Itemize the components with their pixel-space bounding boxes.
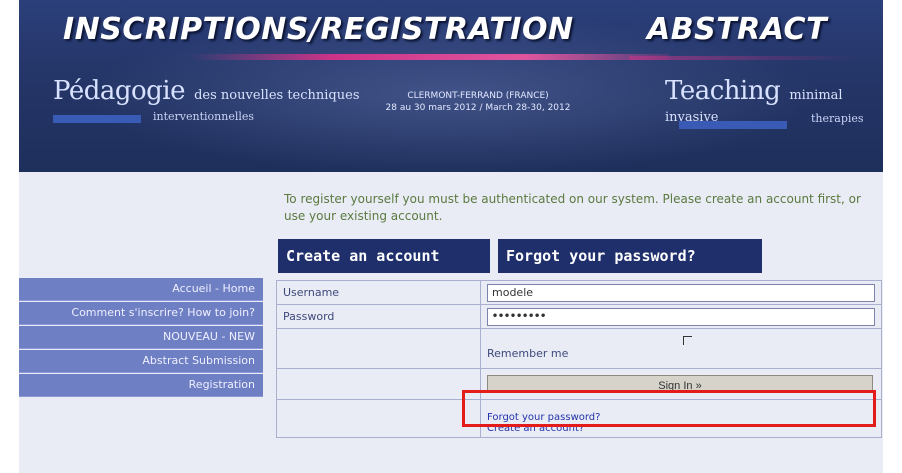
- username-input[interactable]: [487, 283, 875, 302]
- registration-page: INSCRIPTIONS/REGISTRATION ABSTRACT Pédag…: [0, 0, 902, 473]
- menu-item-how-to-join[interactable]: Comment s'inscrire? How to join?: [19, 302, 263, 325]
- menu-item-registration[interactable]: Registration: [19, 374, 263, 397]
- menu-item-home[interactable]: Accueil - Home: [19, 278, 263, 301]
- logo-teaching-sub: therapies: [811, 112, 864, 125]
- password-input[interactable]: [487, 307, 875, 326]
- banner-title-abstract: ABSTRACT: [647, 12, 828, 47]
- remember-cell: Remember me: [480, 328, 882, 369]
- remember-checkbox[interactable]: [683, 336, 692, 345]
- logo-teaching-title: Teaching: [665, 76, 781, 106]
- password-cell: [480, 304, 882, 329]
- side-menu: Accueil - Home Comment s'inscrire? How t…: [19, 278, 263, 398]
- highlight-box: [462, 390, 876, 427]
- event-dates: 28 au 30 mars 2012 / March 28-30, 2012: [385, 103, 571, 113]
- menu-item-new[interactable]: NOUVEAU - NEW: [19, 326, 263, 349]
- event-info: CLERMONT-FERRAND (FRANCE) 28 au 30 mars …: [383, 90, 573, 114]
- logo-teaching: Teaching minimal invasive therapies: [665, 76, 883, 125]
- username-cell: [480, 280, 882, 305]
- signin-label-cell: [276, 368, 481, 400]
- logo-teaching-chip: [679, 121, 787, 129]
- intro-text: To register yourself you must be authent…: [284, 192, 861, 223]
- username-label: Username: [276, 280, 481, 305]
- menu-item-abstract-submission[interactable]: Abstract Submission: [19, 350, 263, 373]
- remember-checkbox-wrap: [487, 335, 875, 347]
- logo-pedagogie-chip: [53, 115, 141, 123]
- logo-pedagogie-title: Pédagogie: [53, 76, 186, 106]
- banner-accent-line-right: [629, 56, 859, 60]
- banner-title-registration: INSCRIPTIONS/REGISTRATION: [63, 12, 574, 47]
- logo-pedagogie-small: des nouvelles techniques: [194, 88, 360, 103]
- header-banner: INSCRIPTIONS/REGISTRATION ABSTRACT Pédag…: [19, 0, 883, 172]
- tab-create-account[interactable]: Create an account: [278, 239, 490, 273]
- logo-pedagogie: Pédagogie des nouvelles techniques inter…: [53, 76, 360, 123]
- tab-forgot-password[interactable]: Forgot your password?: [498, 239, 762, 273]
- banner-accent-line: [189, 54, 669, 60]
- password-label: Password: [276, 304, 481, 329]
- logo-pedagogie-sub: interventionnelles: [153, 110, 255, 123]
- remember-label-cell: [276, 328, 481, 369]
- remember-me-label: Remember me: [487, 347, 569, 360]
- links-label-cell: [276, 399, 481, 438]
- event-location: CLERMONT-FERRAND (FRANCE): [407, 91, 549, 101]
